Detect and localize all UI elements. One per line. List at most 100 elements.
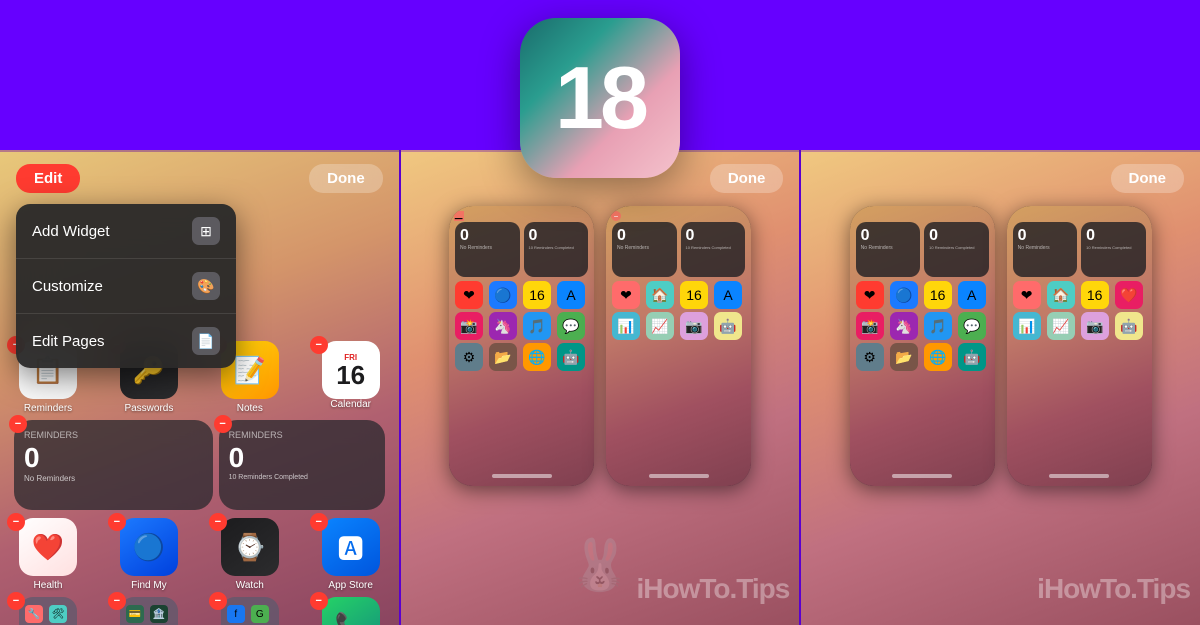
widget-reminders-2[interactable]: − REMINDERS 0 10 Reminders Completed bbox=[219, 420, 385, 510]
s3-r-app-1: ❤ bbox=[1013, 281, 1041, 309]
mini-app-7: 🎵 bbox=[523, 312, 551, 340]
s3-app-3: 16 bbox=[924, 281, 952, 309]
dev-folder-icon: 🔧 🛠 💻 ⚙️ bbox=[19, 597, 77, 625]
remove-badge-widget1[interactable]: − bbox=[9, 415, 27, 433]
mini-widgets-s3-right: 0 No Reminders 0 10 Reminders Completed bbox=[1013, 222, 1146, 277]
mini-content-s3-left: 0 No Reminders 0 10 Reminders Completed … bbox=[856, 222, 989, 371]
mini-screen-s3-left: 0 No Reminders 0 10 Reminders Completed … bbox=[850, 206, 995, 486]
remove-badge-bank[interactable]: − bbox=[108, 592, 126, 610]
appstore-label: App Store bbox=[328, 580, 372, 591]
s3-r-app-7: 📷 bbox=[1081, 312, 1109, 340]
mini-phone-left: − 0 No Reminders 0 10 Reminders Complete… bbox=[449, 206, 594, 486]
app-social[interactable]: − f G 📸 in 9 .social bbox=[214, 597, 286, 625]
mini-content-left: 0 No Reminders 0 10 Reminders Completed … bbox=[455, 222, 588, 371]
mini-phones-screen2: − 0 No Reminders 0 10 Reminders Complete… bbox=[401, 201, 800, 491]
s3-app-8: 💬 bbox=[958, 312, 986, 340]
remove-badge-widget2[interactable]: − bbox=[214, 415, 232, 433]
edit-pages-icon: 📄 bbox=[192, 327, 220, 355]
bottom-apps-row: − 🔧 🛠 💻 ⚙️ 1 .dev − 💳 bbox=[10, 597, 389, 625]
app-whatsapp[interactable]: − 📞 WhatsApp bbox=[315, 597, 387, 625]
mini-app-r2: 🏠 bbox=[646, 281, 674, 309]
home-indicator-s3-right bbox=[1049, 474, 1109, 478]
add-widget-menu-item[interactable]: Add Widget ⊞ bbox=[16, 204, 236, 259]
mini-apps-grid-right: ❤ 🏠 16 A 📊 📈 📷 🤖 bbox=[612, 281, 745, 340]
mini-app-10: 📂 bbox=[489, 343, 517, 371]
mini-widget-right-1: 0 No Reminders bbox=[612, 222, 677, 277]
mini-apps-grid: ❤ 🔵 16 A 📸 🦄 🎵 💬 bbox=[455, 281, 588, 340]
app-bank[interactable]: − 💳 🏦 💰 💵 .bank bbox=[113, 597, 185, 625]
mini-app-r7: 📷 bbox=[680, 312, 708, 340]
health-label: Health bbox=[34, 580, 63, 591]
home-indicator-s3-left bbox=[892, 474, 952, 478]
health-icon: ❤️ bbox=[19, 518, 77, 576]
remove-badge-whatsapp[interactable]: − bbox=[310, 592, 328, 610]
mini-widget-s3-r2: 0 10 Reminders Completed bbox=[1081, 222, 1146, 277]
mini-content-s3-right: 0 No Reminders 0 10 Reminders Completed … bbox=[1013, 222, 1146, 340]
remove-badge-social[interactable]: − bbox=[209, 592, 227, 610]
s3-app-9: ⚙ bbox=[856, 343, 884, 371]
app-calendar[interactable]: − FRI 16 Calendar bbox=[315, 341, 387, 414]
edit-button[interactable]: Edit bbox=[16, 164, 80, 193]
done-button-3[interactable]: Done bbox=[1111, 164, 1185, 193]
mini-widget-1: 0 No Reminders bbox=[455, 222, 520, 277]
notes-label: Notes bbox=[237, 403, 263, 414]
done-button-2[interactable]: Done bbox=[710, 164, 784, 193]
remove-badge-dev[interactable]: − bbox=[7, 592, 25, 610]
mini-app-r8: 🤖 bbox=[714, 312, 742, 340]
remove-badge-health[interactable]: − bbox=[7, 513, 25, 531]
customize-label: Customize bbox=[32, 278, 103, 295]
edit-pages-menu-item[interactable]: Edit Pages 📄 bbox=[16, 314, 236, 368]
mini-app-3: 16 bbox=[523, 281, 551, 309]
mini-widgets-s3-left: 0 No Reminders 0 10 Reminders Completed bbox=[856, 222, 989, 277]
home-indicator-left bbox=[492, 474, 552, 478]
mini-app-1: ❤ bbox=[455, 281, 483, 309]
mini-app-5: 📸 bbox=[455, 312, 483, 340]
screen1-topbar: Edit Done bbox=[0, 152, 399, 201]
social-folder-icon: f G 📸 in bbox=[221, 597, 279, 625]
s3-app-2: 🔵 bbox=[890, 281, 918, 309]
app-appstore[interactable]: − 🅰 App Store bbox=[315, 518, 387, 591]
reminders-label: Reminders bbox=[24, 403, 72, 414]
s3-app-11: 🌐 bbox=[924, 343, 952, 371]
widgets-row: − REMINDERS 0 No Reminders − REMINDERS 0… bbox=[10, 420, 389, 510]
done-button-1[interactable]: Done bbox=[309, 164, 383, 193]
findmy-icon: 🔵 bbox=[120, 518, 178, 576]
remove-badge-watch[interactable]: − bbox=[209, 513, 227, 531]
home-indicator-right bbox=[649, 474, 709, 478]
remove-badge-findmy[interactable]: − bbox=[108, 513, 126, 531]
main-apps-row: − ❤️ Health − 🔵 Find My − ⌚ bbox=[10, 518, 389, 591]
mini-apps-grid-2: ⚙ 📂 🌐 🤖 bbox=[455, 343, 588, 371]
app-health[interactable]: − ❤️ Health bbox=[12, 518, 84, 591]
remove-badge-appstore[interactable]: − bbox=[310, 513, 328, 531]
mini-widgets: 0 No Reminders 0 10 Reminders Completed bbox=[455, 222, 588, 277]
mini-app-4: A bbox=[557, 281, 585, 309]
widget-reminders-sub: No Reminders bbox=[24, 474, 203, 483]
app-findmy[interactable]: − 🔵 Find My bbox=[113, 518, 185, 591]
mini-widget-right-2: 0 10 Reminders Completed bbox=[681, 222, 746, 277]
mini-app-11: 🌐 bbox=[523, 343, 551, 371]
customize-menu-item[interactable]: Customize 🎨 bbox=[16, 259, 236, 314]
add-widget-icon: ⊞ bbox=[192, 217, 220, 245]
mini-app-r1: ❤ bbox=[612, 281, 640, 309]
app-watch[interactable]: − ⌚ Watch bbox=[214, 518, 286, 591]
widget-reminders2-title: REMINDERS bbox=[229, 430, 375, 440]
phones-row: Edit Done Add Widget ⊞ Customize 🎨 Edit … bbox=[0, 150, 1200, 625]
mini-phone-screen3-left: 0 No Reminders 0 10 Reminders Completed … bbox=[850, 206, 995, 486]
app-dev[interactable]: − 🔧 🛠 💻 ⚙️ 1 .dev bbox=[12, 597, 84, 625]
mini-screen-left: − 0 No Reminders 0 10 Reminders Complete… bbox=[449, 206, 594, 486]
context-menu: Add Widget ⊞ Customize 🎨 Edit Pages 📄 bbox=[16, 204, 236, 368]
mini-content-right: 0 No Reminders 0 10 Reminders Completed … bbox=[612, 222, 745, 340]
mini-app-r3: 16 bbox=[680, 281, 708, 309]
s3-app-6: 🦄 bbox=[890, 312, 918, 340]
s3-r-app-2: 🏠 bbox=[1047, 281, 1075, 309]
passwords-label: Passwords bbox=[124, 403, 173, 414]
screen3-topbar: Done bbox=[801, 152, 1200, 201]
mini-app-r6: 📈 bbox=[646, 312, 674, 340]
mini-apps-s3-left: ❤ 🔵 16 A 📸 🦄 🎵 💬 bbox=[856, 281, 989, 340]
mini-app-8: 💬 bbox=[557, 312, 585, 340]
widget-reminders2-count: 0 bbox=[229, 442, 375, 474]
widget-reminders[interactable]: − REMINDERS 0 No Reminders bbox=[14, 420, 213, 510]
remove-badge-calendar[interactable]: − bbox=[310, 336, 328, 354]
s3-app-12: 🤖 bbox=[958, 343, 986, 371]
s3-app-4: A bbox=[958, 281, 986, 309]
